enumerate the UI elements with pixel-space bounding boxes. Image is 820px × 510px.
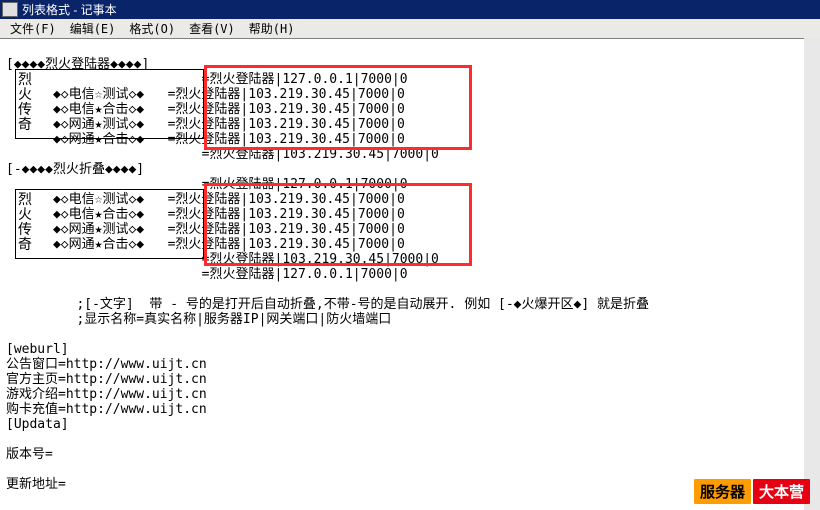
updata-section: [Updata] <box>6 417 69 432</box>
block2-row: =烈火登陆器|103.219.30.45|7000|0 <box>168 237 405 252</box>
block1-item: ◆◇电信★合击◇◆ <box>53 102 144 117</box>
block1-top-row: =烈火登陆器|127.0.0.1|7000|0 <box>202 72 408 87</box>
footer-badges: 服务器 大本营 <box>694 479 810 504</box>
menu-help[interactable]: 帮助(H) <box>243 19 303 38</box>
window-title: 列表格式 - 记事本 <box>22 1 117 18</box>
block1-item: ◆◇网通★合击◇◆ <box>53 132 144 147</box>
block2-item: ◆◇电信☆测试◇◆ <box>53 192 144 207</box>
vertical-scrollbar[interactable] <box>804 38 820 510</box>
block1-row: =烈火登陆器|103.219.30.45|7000|0 <box>168 117 405 132</box>
block2-row: =烈火登陆器|103.219.30.45|7000|0 <box>168 207 405 222</box>
app-icon <box>2 2 18 17</box>
update-addr-line: 更新地址= <box>6 477 66 492</box>
comment-line: ;显示名称=真实名称|服务器IP|网关端口|防火墙端口 <box>76 312 391 327</box>
block2-row: =烈火登陆器|103.219.30.45|7000|0 <box>168 192 405 207</box>
menubar: 文件(F) 编辑(E) 格式(O) 查看(V) 帮助(H) <box>0 19 820 39</box>
block2-top-row: =烈火登陆器|127.0.0.1|7000|0 <box>202 177 408 192</box>
badge-server: 服务器 <box>694 479 751 504</box>
badge-camp: 大本营 <box>753 479 810 504</box>
block2-row: =烈火登陆器|103.219.30.45|7000|0 <box>202 252 439 267</box>
block2-item: ◆◇电信★合击◇◆ <box>53 207 144 222</box>
block1-row: =烈火登陆器|103.219.30.45|7000|0 <box>168 102 405 117</box>
notepad-content[interactable]: [◆◆◆◆烈火登陆器◆◆◆◆] =烈火登陆器|127.0.0.1|7000|0 … <box>0 39 820 492</box>
block2-item: ◆◇网通★合击◇◆ <box>53 237 144 252</box>
block2-item: ◆◇网通★测试◇◆ <box>53 222 144 237</box>
fold-header: [-◆◆◆◆烈火折叠◆◆◆◆] <box>6 162 144 177</box>
weburl-section: [weburl] <box>6 342 69 357</box>
version-line: 版本号= <box>6 447 53 462</box>
block1-row: =烈火登陆器|103.219.30.45|7000|0 <box>202 147 439 162</box>
weburl-line: 购卡充值=http://www.uijt.cn <box>6 402 207 417</box>
weburl-line: 公告窗口=http://www.uijt.cn <box>6 357 207 372</box>
weburl-line: 游戏介绍=http://www.uijt.cn <box>6 387 207 402</box>
menu-format[interactable]: 格式(O) <box>123 19 183 38</box>
block2-bottom-row: =烈火登陆器|127.0.0.1|7000|0 <box>202 267 408 282</box>
block1-item: ◆◇电信☆测试◇◆ <box>53 87 144 102</box>
weburl-line: 官方主页=http://www.uijt.cn <box>6 372 207 387</box>
block2-row: =烈火登陆器|103.219.30.45|7000|0 <box>168 222 405 237</box>
block1-row: =烈火登陆器|103.219.30.45|7000|0 <box>168 132 405 147</box>
menu-file[interactable]: 文件(F) <box>4 19 64 38</box>
comment-line: ;[-文字] 带 - 号的是打开后自动折叠,不带-号的是自动展开. 例如 [-◆… <box>76 297 649 312</box>
menu-edit[interactable]: 编辑(E) <box>64 19 124 38</box>
block1-header: [◆◆◆◆烈火登陆器◆◆◆◆] <box>6 57 149 72</box>
menu-view[interactable]: 查看(V) <box>183 19 243 38</box>
block1-item: ◆◇网通★测试◇◆ <box>53 117 144 132</box>
block1-row: =烈火登陆器|103.219.30.45|7000|0 <box>168 87 405 102</box>
titlebar: 列表格式 - 记事本 <box>0 0 820 19</box>
